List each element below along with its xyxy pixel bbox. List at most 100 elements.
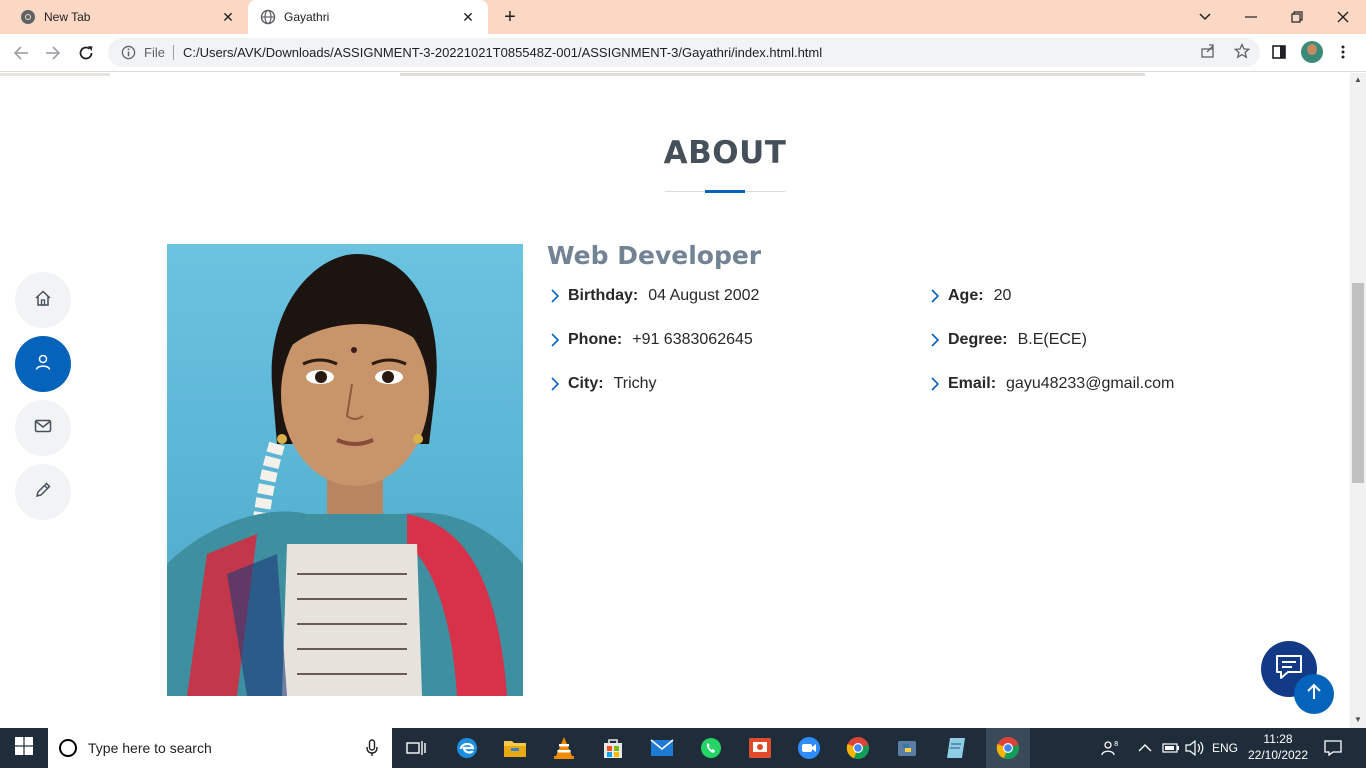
volume-icon[interactable]	[1185, 728, 1205, 768]
detail-phone: Phone: +91 6383062645	[547, 329, 753, 351]
detail-degree: Degree: B.E(ECE)	[927, 329, 1087, 351]
whatsapp-icon[interactable]	[695, 732, 727, 764]
close-tab-icon[interactable]: ✕	[460, 9, 476, 25]
reload-icon[interactable]	[74, 41, 98, 65]
menu-kebab-icon[interactable]	[1332, 41, 1354, 63]
python-icon[interactable]	[891, 732, 923, 764]
presentation-app-icon[interactable]	[744, 732, 776, 764]
person-icon	[34, 353, 52, 376]
chevron-right-icon	[927, 288, 943, 304]
clock-date: 22/10/2022	[1247, 748, 1309, 762]
search-icon	[58, 738, 78, 758]
tray-chevron-up-icon[interactable]	[1138, 728, 1152, 768]
detail-label: Birthday:	[568, 287, 639, 304]
nav-contact[interactable]	[15, 400, 71, 456]
tab-title: Gayathri	[284, 10, 330, 24]
bookmark-star-icon[interactable]	[1233, 42, 1251, 62]
detail-age: Age: 20	[927, 285, 1011, 307]
section-title: ABOUT	[663, 135, 787, 171]
svg-text:8: 8	[1114, 740, 1118, 748]
back-to-top-button[interactable]	[1294, 674, 1334, 714]
share-icon[interactable]	[1200, 43, 1216, 62]
address-bar[interactable]: File C:/Users/AVK/Downloads/ASSIGNMENT-3…	[108, 38, 1260, 67]
notepad-icon[interactable]	[940, 732, 972, 764]
forward-arrow-icon[interactable]	[41, 41, 65, 65]
minimize-button[interactable]	[1228, 0, 1274, 34]
detail-value: 04 August 2002	[648, 287, 760, 304]
page-content: ABOUT Web Developer Birthday: 04 August …	[0, 73, 1350, 728]
chevron-right-icon	[927, 376, 943, 392]
vlc-icon[interactable]	[548, 732, 580, 764]
browser-tab-strip: New Tab ✕ Gayathri ✕ +	[0, 0, 1366, 34]
chrome-icon	[20, 9, 36, 25]
info-icon[interactable]	[120, 45, 136, 61]
windows-logo-icon	[15, 736, 33, 760]
new-tab-button[interactable]: +	[500, 7, 520, 27]
chevron-right-icon	[547, 376, 563, 392]
taskbar-clock[interactable]: 11:28 22/10/2022	[1238, 731, 1318, 763]
search-placeholder: Type here to search	[88, 740, 212, 756]
file-explorer-icon[interactable]	[499, 732, 531, 764]
globe-icon	[260, 9, 276, 25]
back-arrow-icon[interactable]	[9, 41, 33, 65]
battery-icon[interactable]	[1162, 728, 1180, 768]
chevron-right-icon	[547, 288, 563, 304]
close-tab-icon[interactable]: ✕	[220, 9, 236, 25]
microsoft-store-icon[interactable]	[597, 732, 629, 764]
scheme-label: File	[144, 45, 174, 60]
nav-home[interactable]	[15, 272, 71, 328]
detail-value: +91 6383062645	[632, 331, 753, 348]
detail-value: 20	[993, 287, 1012, 304]
notification-icon[interactable]	[1324, 728, 1342, 768]
language-indicator[interactable]: ENG	[1212, 728, 1238, 768]
zoom-icon[interactable]	[793, 732, 825, 764]
close-window-button[interactable]	[1320, 0, 1366, 34]
clock-time: 11:28	[1263, 732, 1293, 746]
tab-search-icon[interactable]	[1182, 0, 1228, 34]
side-panel-icon[interactable]	[1268, 41, 1290, 63]
tab-gayathri[interactable]: Gayathri ✕	[248, 0, 488, 34]
detail-label: Degree:	[948, 331, 1008, 348]
chevron-right-icon	[927, 332, 943, 348]
profile-photo	[167, 244, 523, 696]
nav-edit[interactable]	[15, 464, 71, 520]
url-text[interactable]: C:/Users/AVK/Downloads/ASSIGNMENT-3-2022…	[183, 45, 822, 60]
hero-image-edge	[0, 73, 1350, 76]
chrome-active-app-icon[interactable]	[986, 728, 1030, 768]
detail-label: Age:	[948, 287, 984, 304]
home-icon	[34, 289, 52, 312]
scroll-down-icon[interactable]: ▼	[1354, 715, 1362, 724]
chrome-app-icon[interactable]	[842, 732, 874, 764]
edge-icon[interactable]	[451, 732, 483, 764]
scrollbar-thumb[interactable]	[1352, 283, 1364, 483]
chevron-right-icon	[547, 332, 563, 348]
task-view-icon[interactable]	[400, 732, 432, 764]
profile-avatar[interactable]	[1301, 41, 1323, 63]
nav-about[interactable]	[15, 336, 71, 392]
tab-title: New Tab	[44, 10, 91, 24]
arrow-up-icon	[1306, 683, 1322, 706]
detail-birthday: Birthday: 04 August 2002	[547, 285, 759, 307]
detail-email: Email: gayu48233@gmail.com	[927, 373, 1174, 395]
title-divider-accent	[705, 190, 745, 193]
taskbar-search[interactable]: Type here to search	[48, 728, 392, 768]
browser-toolbar: File C:/Users/AVK/Downloads/ASSIGNMENT-3…	[0, 34, 1366, 72]
mail-icon[interactable]	[646, 732, 678, 764]
scroll-up-icon[interactable]: ▲	[1354, 75, 1362, 84]
people-icon[interactable]: 8	[1101, 728, 1119, 768]
detail-label: City:	[568, 375, 604, 392]
detail-value: Trichy	[613, 375, 657, 392]
page-scrollbar[interactable]: ▲ ▼	[1350, 73, 1366, 728]
start-button[interactable]	[0, 728, 48, 768]
tab-new-tab[interactable]: New Tab ✕	[8, 0, 248, 34]
detail-label: Email:	[948, 375, 997, 392]
role-title: Web Developer	[547, 241, 762, 270]
pencil-icon	[34, 481, 52, 504]
detail-value: B.E(ECE)	[1017, 331, 1087, 348]
microphone-icon[interactable]	[366, 739, 378, 760]
detail-city: City: Trichy	[547, 373, 657, 395]
detail-label: Phone:	[568, 331, 623, 348]
restore-button[interactable]	[1274, 0, 1320, 34]
envelope-icon	[34, 417, 52, 440]
taskbar: Type here to search 8 ENG 11:28 22/10/20…	[0, 728, 1366, 768]
